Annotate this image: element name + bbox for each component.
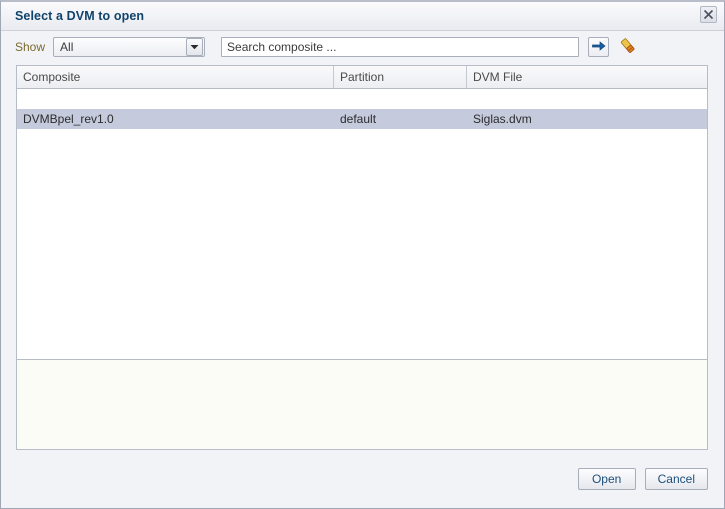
clear-search-button[interactable]: [617, 37, 638, 57]
cell-composite: DVMBpel_rev1.0: [23, 112, 114, 126]
dialog-footer: Open Cancel: [1, 450, 724, 508]
search-go-button[interactable]: [588, 37, 610, 57]
open-button[interactable]: Open: [577, 468, 636, 490]
column-header-partition[interactable]: Partition: [334, 66, 467, 88]
cell-dvm-file: Siglas.dvm: [473, 112, 532, 126]
close-icon: [703, 9, 714, 20]
cell-partition: default: [340, 112, 377, 126]
show-label: Show: [15, 40, 46, 54]
show-filter-value: All: [60, 40, 74, 54]
search-input[interactable]: [221, 37, 580, 57]
table-row[interactable]: DVMBpel_rev1.0 default Siglas.dvm: [17, 109, 707, 129]
detail-panel: [16, 360, 708, 450]
table-row[interactable]: [17, 89, 707, 109]
dvm-results-table: Composite Partition DVM File DVMBpel_rev…: [16, 65, 708, 360]
dialog-titlebar: Select a DVM to open: [1, 2, 724, 31]
chevron-down-icon[interactable]: [186, 38, 204, 56]
table-header-row: Composite Partition DVM File: [17, 66, 707, 89]
eraser-icon: [619, 37, 637, 58]
close-button[interactable]: [700, 6, 717, 23]
select-dvm-dialog: Select a DVM to open Show All Search com…: [0, 0, 725, 509]
show-filter-dropdown[interactable]: All: [53, 37, 206, 57]
cancel-button[interactable]: Cancel: [644, 468, 708, 490]
column-header-composite[interactable]: Composite: [17, 66, 334, 88]
search-toolbar: Show All: [1, 31, 724, 63]
table-body: DVMBpel_rev1.0 default Siglas.dvm: [17, 89, 707, 359]
dialog-title: Select a DVM to open: [15, 9, 145, 23]
column-header-dvm-file[interactable]: DVM File: [467, 66, 707, 88]
arrow-right-icon: [591, 40, 606, 55]
